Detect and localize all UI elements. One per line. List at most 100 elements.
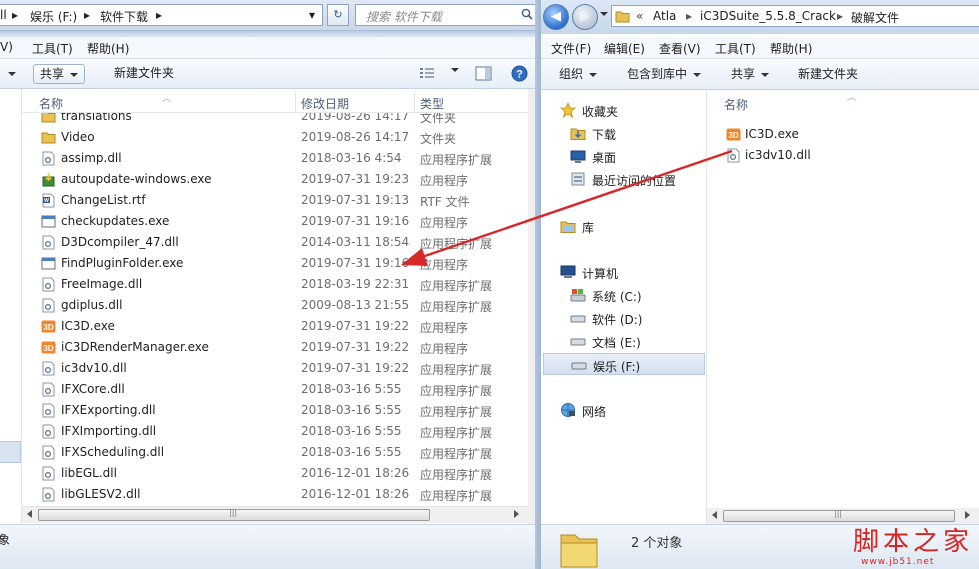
file-row[interactable]: 3D iC3DRenderManager.exe 2019-07-31 19:22 应… <box>22 337 528 358</box>
column-name[interactable]: 名称 <box>724 96 748 113</box>
breadcrumb-crack[interactable]: iC3DSuite_5.5.8_Crack <box>700 9 836 23</box>
nav-network[interactable]: 网络 <box>541 399 707 421</box>
forward-button[interactable]: ▶ <box>572 4 598 30</box>
menu-view[interactable]: V) <box>0 40 13 54</box>
watermark-url: www.jb51.net <box>861 557 935 567</box>
left-horizontal-scrollbar[interactable]: ||| <box>22 506 528 523</box>
left-explorer-window: ll ▸ 娱乐 (F:) ▸ 软件下载 ▸ ▾ ↻ 搜索 软件下载 V) 工具(… <box>0 0 535 569</box>
nav-drive-e[interactable]: 文档 (E:) <box>541 330 707 352</box>
search-icon[interactable] <box>521 8 533 20</box>
nav-drive-f[interactable]: 娱乐 (F:) <box>543 353 705 375</box>
breadcrumb-chevron-icon[interactable]: ▸ <box>686 9 692 23</box>
file-row[interactable]: D3Dcompiler_47.dll 2014-03-11 18:54 应用程序扩展 <box>22 232 528 253</box>
breadcrumb-chevron-icon[interactable]: ▸ <box>84 8 90 22</box>
scroll-left-icon[interactable] <box>712 511 717 519</box>
file-row[interactable]: IFXExporting.dll 2018-03-16 5:55 应用程序扩展 <box>22 400 528 421</box>
column-divider[interactable] <box>295 91 296 113</box>
breadcrumb-drive[interactable]: 娱乐 (F:) <box>30 8 77 25</box>
computer-icon <box>560 265 576 278</box>
breadcrumb-chevron-icon[interactable]: ▸ <box>837 9 843 23</box>
nav-drive-d[interactable]: 软件 (D:) <box>541 307 707 329</box>
left-navigation-pane[interactable] <box>0 89 22 525</box>
nav-label: 软件 (D:) <box>592 313 643 327</box>
address-cut-segment[interactable]: ll <box>0 8 7 22</box>
svg-text:3D: 3D <box>43 323 53 332</box>
file-row[interactable]: ic3dv10.dll 2019-07-31 19:22 应用程序扩展 <box>22 358 528 379</box>
right-address-box[interactable]: « Atla ▸ iC3DSuite_5.5.8_Crack ▸ 破解文件 <box>611 5 979 27</box>
dll-file-icon <box>42 424 55 439</box>
file-date: 2014-03-11 18:54 <box>301 235 410 249</box>
share-button[interactable]: 共享 <box>33 64 86 84</box>
file-row[interactable]: checkupdates.exe 2019-07-31 19:16 应用程序 <box>22 211 528 232</box>
scroll-right-icon[interactable] <box>514 510 519 518</box>
dll-file-icon <box>42 151 55 166</box>
column-divider[interactable] <box>414 91 415 113</box>
column-name[interactable]: 名称 <box>39 95 63 112</box>
back-button[interactable]: ◀ <box>543 4 569 30</box>
help-icon[interactable]: ? <box>511 65 528 82</box>
file-row[interactable]: libGLESV2.dll 2016-12-01 18:26 应用程序扩展 <box>22 484 528 505</box>
menu-tools[interactable]: 工具(T) <box>715 40 756 57</box>
file-row[interactable]: libEGL.dll 2016-12-01 18:26 应用程序扩展 <box>22 463 528 484</box>
left-address-box[interactable]: ll ▸ 娱乐 (F:) ▸ 软件下载 ▸ ▾ <box>0 4 323 26</box>
address-dropdown-icon[interactable]: ▾ <box>309 8 315 22</box>
nav-selected-item[interactable] <box>0 441 21 463</box>
file-row[interactable]: autoupdate-windows.exe 2019-07-31 19:23 应用… <box>22 169 528 190</box>
menu-file[interactable]: 文件(F) <box>551 40 591 57</box>
dll-file-icon <box>42 445 55 460</box>
scrollbar-thumb[interactable]: ||| <box>38 508 430 521</box>
breadcrumb-chevron-icon[interactable]: ▸ <box>12 8 18 22</box>
preview-pane-icon[interactable] <box>475 66 492 81</box>
organize-dropdown-icon[interactable] <box>0 64 22 84</box>
file-row[interactable]: IFXScheduling.dll 2018-03-16 5:55 应用程序扩展 <box>22 442 528 463</box>
file-row[interactable]: translations 2019-08-26 14:17 文件夹 <box>22 113 528 127</box>
recent-pages-dropdown-icon[interactable] <box>600 12 608 16</box>
file-row[interactable]: FindPluginFolder.exe 2019-07-31 19:16 应用程序 <box>22 253 528 274</box>
view-options-icon[interactable] <box>419 67 435 80</box>
file-row[interactable]: W ChangeList.rtf 2019-07-31 19:13 RTF 文件 <box>22 190 528 211</box>
refresh-button[interactable]: ↻ <box>327 4 349 26</box>
file-row[interactable]: IFXImporting.dll 2018-03-16 5:55 应用程序扩展 <box>22 421 528 442</box>
organize-button[interactable]: 组织 <box>553 65 603 85</box>
column-type[interactable]: 类型 <box>420 95 444 112</box>
menu-help[interactable]: 帮助(H) <box>770 40 812 57</box>
menu-view[interactable]: 查看(V) <box>659 40 701 57</box>
breadcrumb-folder[interactable]: 软件下载 <box>100 8 148 25</box>
new-folder-button[interactable]: 新建文件夹 <box>792 65 864 85</box>
new-folder-button[interactable]: 新建文件夹 <box>108 64 180 84</box>
right-navigation-pane: 收藏夹 下载 桌面 最近访问的位置 库 计算机 系统 (C:) 软件 (D:) <box>541 90 707 524</box>
breadcrumb-overflow[interactable]: « <box>636 9 643 23</box>
breadcrumb-current[interactable]: 破解文件 <box>851 9 899 26</box>
right-explorer-window: ◀ ▶ « Atla ▸ iC3DSuite_5.5.8_Crack ▸ 破解文… <box>541 0 979 569</box>
file-row[interactable]: FreeImage.dll 2018-03-19 22:31 应用程序扩展 <box>22 274 528 295</box>
nav-computer[interactable]: 计算机 <box>541 261 707 283</box>
scroll-left-icon[interactable] <box>27 510 32 518</box>
scroll-right-icon[interactable] <box>965 511 970 519</box>
file-row[interactable]: ic3dv10.dll <box>707 145 979 166</box>
breadcrumb-chevron-icon[interactable]: ▸ <box>156 8 162 22</box>
search-box[interactable]: 搜索 软件下载 <box>355 4 535 26</box>
folder-icon <box>41 132 56 144</box>
file-row[interactable]: gdiplus.dll 2009-08-13 21:55 应用程序扩展 <box>22 295 528 316</box>
nav-drive-c[interactable]: 系统 (C:) <box>541 284 707 306</box>
file-row[interactable]: 3D IC3D.exe 2019-07-31 19:22 应用程序 <box>22 316 528 337</box>
nav-favorites[interactable]: 收藏夹 <box>541 99 707 121</box>
breadcrumb-atla[interactable]: Atla <box>653 9 676 23</box>
menu-tools[interactable]: 工具(T) <box>32 40 73 57</box>
nav-desktop[interactable]: 桌面 <box>541 145 707 167</box>
menu-edit[interactable]: 编辑(E) <box>604 40 645 57</box>
left-vertical-scrollbar[interactable] <box>528 89 535 525</box>
include-in-library-button[interactable]: 包含到库中 <box>621 65 707 85</box>
nav-recent-places[interactable]: 最近访问的位置 <box>541 168 707 190</box>
share-button[interactable]: 共享 <box>725 65 775 85</box>
file-row[interactable]: Video 2019-08-26 14:17 文件夹 <box>22 127 528 148</box>
file-row[interactable]: 3D IC3D.exe <box>707 124 979 145</box>
column-date[interactable]: 修改日期 <box>301 95 349 112</box>
file-row[interactable]: IFXCore.dll 2018-03-16 5:55 应用程序扩展 <box>22 379 528 400</box>
menu-help[interactable]: 帮助(H) <box>87 40 129 57</box>
grip-icon: ||| <box>834 509 843 518</box>
file-row[interactable]: assimp.dll 2018-03-16 4:54 应用程序扩展 <box>22 148 528 169</box>
view-dropdown-icon[interactable] <box>451 68 459 72</box>
nav-libraries[interactable]: 库 <box>541 215 707 237</box>
nav-downloads[interactable]: 下载 <box>541 122 707 144</box>
